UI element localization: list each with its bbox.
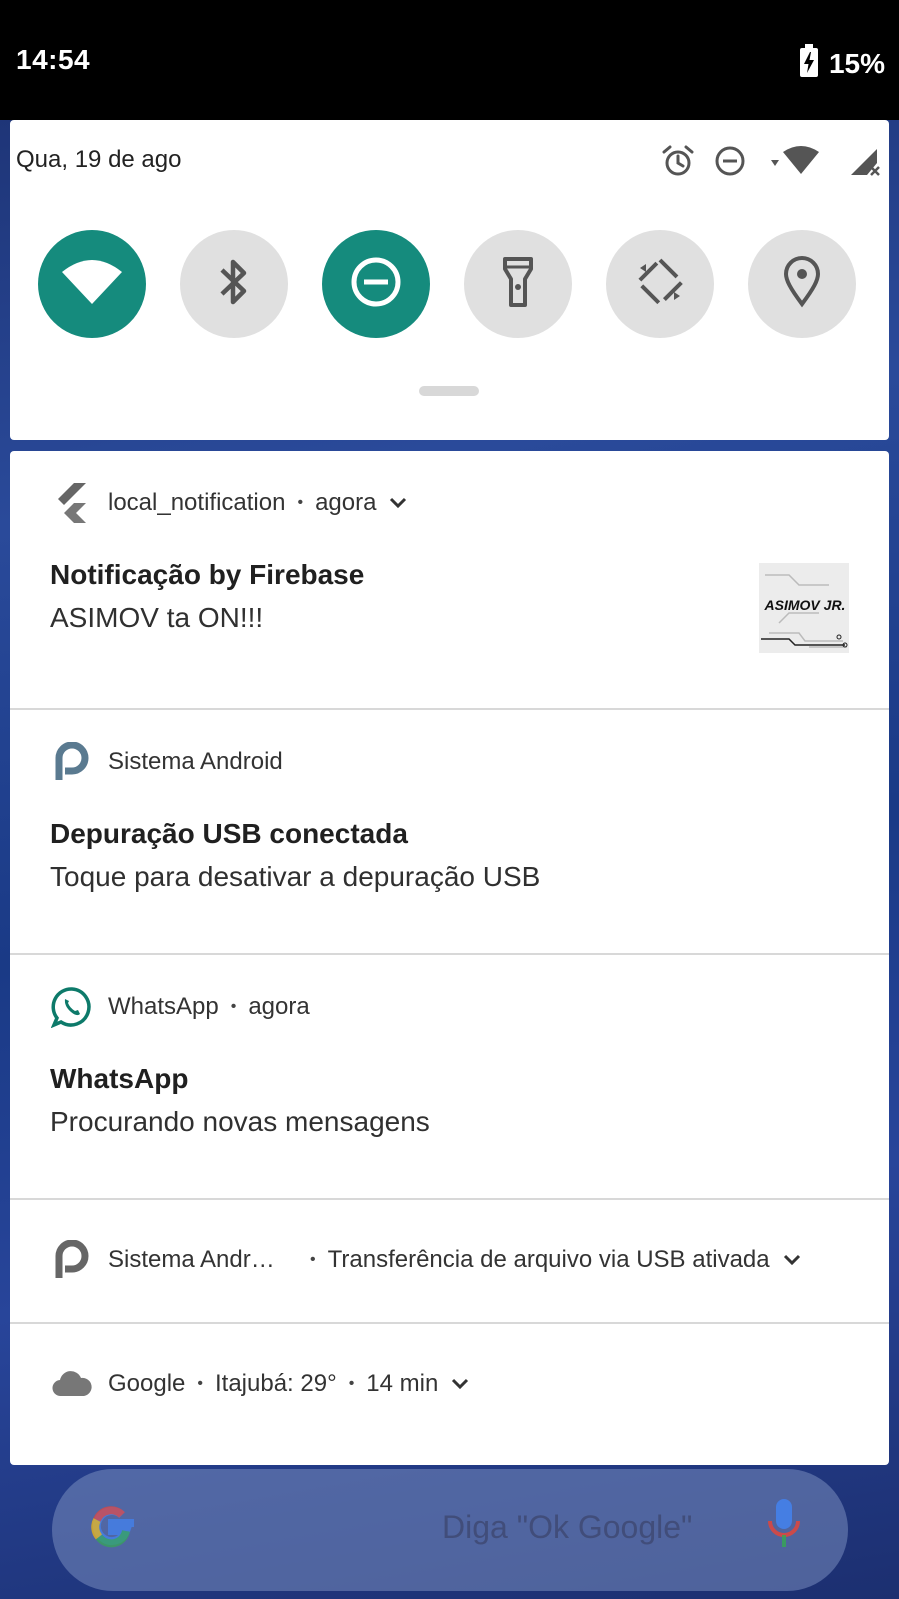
cloud-icon <box>50 1362 94 1406</box>
status-icons <box>661 144 881 183</box>
notification-header: WhatsApp • agora <box>50 985 310 1029</box>
notification-header: Sistema Andr… • Transferência de arquivo… <box>50 1238 802 1282</box>
wifi-icon <box>60 258 124 311</box>
notification-usb-file-transfer[interactable]: Sistema Andr… • Transferência de arquivo… <box>10 1200 889 1324</box>
google-search-bar[interactable]: Diga "Ok Google" <box>52 1469 848 1591</box>
notification-header: Google • Itajubá: 29° • 14 min <box>50 1362 470 1406</box>
app-name: WhatsApp <box>108 993 219 1020</box>
notification-list: local_notification • agora Notificação b… <box>10 451 889 1465</box>
quick-settings-tiles <box>38 230 856 338</box>
google-logo-icon <box>82 1497 142 1562</box>
clock: 14:54 <box>16 44 91 75</box>
notification-summary: Transferência de arquivo via USB ativada <box>327 1246 770 1273</box>
notification-usb-debugging[interactable]: Sistema Android Depuração USB conectada … <box>10 710 889 955</box>
chevron-down-icon[interactable] <box>388 496 408 510</box>
notification-title: Notificação by Firebase <box>50 559 365 590</box>
notification-title: Depuração USB conectada <box>50 818 408 849</box>
thumbnail-logo-text: ASIMOV JR. <box>764 597 846 613</box>
battery-percent: 15% <box>828 47 885 79</box>
microphone-icon[interactable] <box>764 1493 804 1558</box>
do-not-disturb-status-icon <box>713 144 747 183</box>
notification-text: Toque para desativar a depuração USB <box>50 861 541 892</box>
notification-local-notification[interactable]: local_notification • agora Notificação b… <box>10 451 889 710</box>
notification-text: ASIMOV ta ON!!! <box>50 602 264 633</box>
notification-title: WhatsApp <box>50 1063 189 1094</box>
notification-google-weather[interactable]: Google • Itajubá: 29° • 14 min <box>10 1324 889 1465</box>
separator-dot: • <box>197 1375 203 1392</box>
flashlight-icon <box>501 255 535 314</box>
separator-dot: • <box>230 998 237 1015</box>
notification-time: agora <box>315 489 377 516</box>
date-label[interactable]: Qua, 19 de ago <box>16 146 181 174</box>
battery-charging-icon <box>799 44 819 83</box>
search-hint: Diga "Ok Google" <box>442 1509 693 1545</box>
quick-settings-panel: Qua, 19 de ago <box>10 120 889 440</box>
do-not-disturb-icon <box>349 255 403 314</box>
location-icon <box>782 255 822 313</box>
cell-signal-icon <box>849 145 881 182</box>
whatsapp-icon <box>50 985 94 1029</box>
app-name: Sistema Android <box>108 748 283 775</box>
do-not-disturb-tile[interactable] <box>322 230 430 338</box>
notification-summary: Itajubá: 29° <box>215 1370 337 1397</box>
notification-thumbnail: ASIMOV JR. <box>759 563 849 653</box>
bluetooth-icon <box>214 255 254 314</box>
app-name: Google <box>108 1370 186 1397</box>
notification-time: 14 min <box>366 1370 439 1397</box>
location-tile[interactable] <box>748 230 856 338</box>
separator-dot: • <box>310 1251 316 1268</box>
alarm-icon <box>661 144 695 183</box>
notification-text: Procurando novas mensagens <box>50 1106 430 1137</box>
status-bar: 14:54 15% <box>0 0 899 120</box>
app-name: local_notification <box>108 489 286 516</box>
auto-rotate-tile[interactable] <box>606 230 714 338</box>
wifi-signal-icon <box>765 144 831 183</box>
chevron-down-icon[interactable] <box>782 1253 802 1267</box>
bluetooth-tile[interactable] <box>180 230 288 338</box>
battery-indicator: 15% <box>799 44 885 83</box>
auto-rotate-icon <box>632 254 688 315</box>
flutter-icon <box>50 481 94 525</box>
expand-handle[interactable] <box>419 386 479 396</box>
app-name: Sistema Andr… <box>108 1246 275 1273</box>
notification-header: local_notification • agora <box>50 481 408 525</box>
notification-time: agora <box>248 993 310 1020</box>
separator-dot: • <box>297 494 304 511</box>
wifi-tile[interactable] <box>38 230 146 338</box>
chevron-down-icon[interactable] <box>450 1377 470 1391</box>
notification-whatsapp[interactable]: WhatsApp • agora WhatsApp Procurando nov… <box>10 955 889 1200</box>
separator-dot: • <box>348 1375 355 1392</box>
android-p-icon <box>50 740 94 784</box>
flashlight-tile[interactable] <box>464 230 572 338</box>
notification-header: Sistema Android <box>50 740 283 784</box>
android-p-icon <box>50 1238 94 1282</box>
